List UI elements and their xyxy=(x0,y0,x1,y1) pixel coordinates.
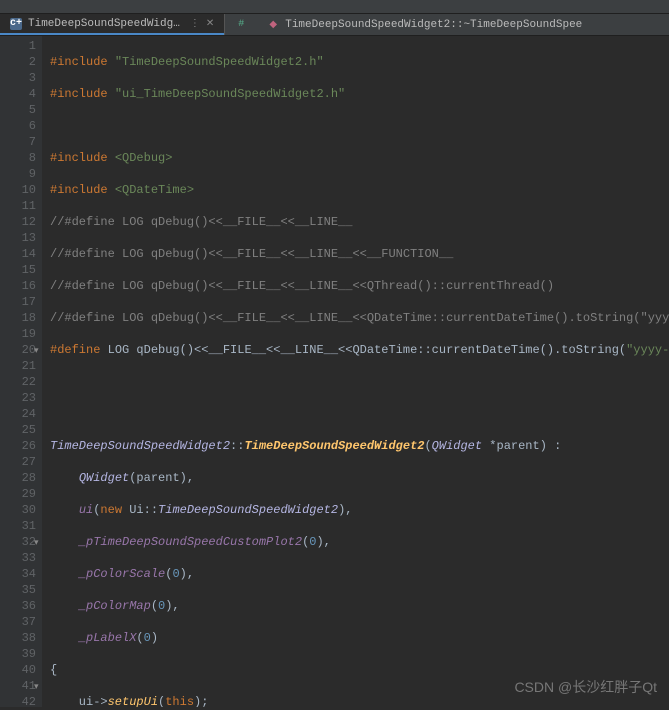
code-line: //#define LOG qDebug()<<__FILE__<<__LINE… xyxy=(50,310,669,326)
line-number: 8 xyxy=(0,150,36,166)
line-number: 21 xyxy=(0,358,36,374)
line-number: 40 xyxy=(0,662,36,678)
fold-icon[interactable]: ▾ xyxy=(34,535,39,551)
breadcrumb-symbol-2[interactable]: ◆ TimeDeepSoundSpeedWidget2::~TimeDeepSo… xyxy=(257,14,592,35)
line-number: 12 xyxy=(0,214,36,230)
line-number: 19 xyxy=(0,326,36,342)
code-line: { xyxy=(50,662,669,678)
line-number: 31 xyxy=(0,518,36,534)
line-number: 38 xyxy=(0,630,36,646)
code-line: #define LOG qDebug()<<__FILE__<<__LINE__… xyxy=(50,342,669,358)
line-number: 1 xyxy=(0,38,36,54)
line-number: 29 xyxy=(0,486,36,502)
code-line: //#define LOG qDebug()<<__FILE__<<__LINE… xyxy=(50,278,669,294)
fold-icon[interactable]: ▾ xyxy=(34,343,39,359)
line-number: 9 xyxy=(0,166,36,182)
code-line xyxy=(50,374,669,390)
cpp-file-icon: c+ xyxy=(10,18,22,30)
line-number: 10 xyxy=(0,182,36,198)
line-number: 25 xyxy=(0,422,36,438)
line-number: 26 xyxy=(0,438,36,454)
line-number: 30 xyxy=(0,502,36,518)
fold-icon[interactable]: ▾ xyxy=(34,679,39,695)
code-line: _pTimeDeepSoundSpeedCustomPlot2(0), xyxy=(50,534,669,550)
code-line: TimeDeepSoundSpeedWidget2::TimeDeepSound… xyxy=(50,438,669,454)
tab-close-icon[interactable]: ⋮ ✕ xyxy=(190,18,214,30)
code-line: #include <QDebug> xyxy=(50,150,669,166)
editor-tab-bar: c+ TimeDeepSoundSpeedWidg… ⋮ ✕ # ◆ TimeD… xyxy=(0,14,669,36)
line-number: 16 xyxy=(0,278,36,294)
code-line: #include "ui_TimeDeepSoundSpeedWidget2.h… xyxy=(50,86,669,102)
tab-label: TimeDeepSoundSpeedWidg… xyxy=(28,18,180,30)
diamond-icon: ◆ xyxy=(267,19,279,31)
code-line: ui->setupUi(this); xyxy=(50,694,669,707)
line-number: 18 xyxy=(0,310,36,326)
code-editor[interactable]: 1 2 3 4 5 6 7 8 9 10 11 12 13 14 15 16 1… xyxy=(0,36,669,707)
line-number: 17 xyxy=(0,294,36,310)
line-number: 3 xyxy=(0,70,36,86)
code-line: ui(new Ui::TimeDeepSoundSpeedWidget2), xyxy=(50,502,669,518)
line-number: 14 xyxy=(0,246,36,262)
breadcrumb-label: TimeDeepSoundSpeedWidget2::~TimeDeepSoun… xyxy=(285,19,582,31)
line-number: 34 xyxy=(0,566,36,582)
line-number: 15 xyxy=(0,262,36,278)
line-number: 4 xyxy=(0,86,36,102)
line-number: 28 xyxy=(0,470,36,486)
breadcrumb-symbol-1[interactable]: # xyxy=(225,14,257,35)
line-number: 36 xyxy=(0,598,36,614)
editor-tab-active[interactable]: c+ TimeDeepSoundSpeedWidg… ⋮ ✕ xyxy=(0,14,224,35)
code-line: _pColorScale(0), xyxy=(50,566,669,582)
line-number: 39 xyxy=(0,646,36,662)
line-number: 22 xyxy=(0,374,36,390)
code-line: _pLabelX(0) xyxy=(50,630,669,646)
code-line xyxy=(50,118,669,134)
line-number: 27 xyxy=(0,454,36,470)
window-menu-strip xyxy=(0,0,669,14)
line-number: 6 xyxy=(0,118,36,134)
line-number: 11 xyxy=(0,198,36,214)
code-line: #include "TimeDeepSoundSpeedWidget2.h" xyxy=(50,54,669,70)
line-number: 23 xyxy=(0,390,36,406)
code-line xyxy=(50,406,669,422)
code-line: QWidget(parent), xyxy=(50,470,669,486)
line-number: 13 xyxy=(0,230,36,246)
line-number: 42 xyxy=(0,694,36,710)
line-number: 33 xyxy=(0,550,36,566)
code-line: //#define LOG qDebug()<<__FILE__<<__LINE… xyxy=(50,246,669,262)
code-line: _pColorMap(0), xyxy=(50,598,669,614)
line-number: 37 xyxy=(0,614,36,630)
line-number: 35 xyxy=(0,582,36,598)
code-line: #include <QDateTime> xyxy=(50,182,669,198)
hash-icon: # xyxy=(235,19,247,31)
code-line: //#define LOG qDebug()<<__FILE__<<__LINE… xyxy=(50,214,669,230)
line-number: 2 xyxy=(0,54,36,70)
line-number: 7 xyxy=(0,134,36,150)
line-number-gutter: 1 2 3 4 5 6 7 8 9 10 11 12 13 14 15 16 1… xyxy=(0,36,42,707)
code-area[interactable]: #include "TimeDeepSoundSpeedWidget2.h" #… xyxy=(42,36,669,707)
line-number: 5 xyxy=(0,102,36,118)
line-number: 24 xyxy=(0,406,36,422)
